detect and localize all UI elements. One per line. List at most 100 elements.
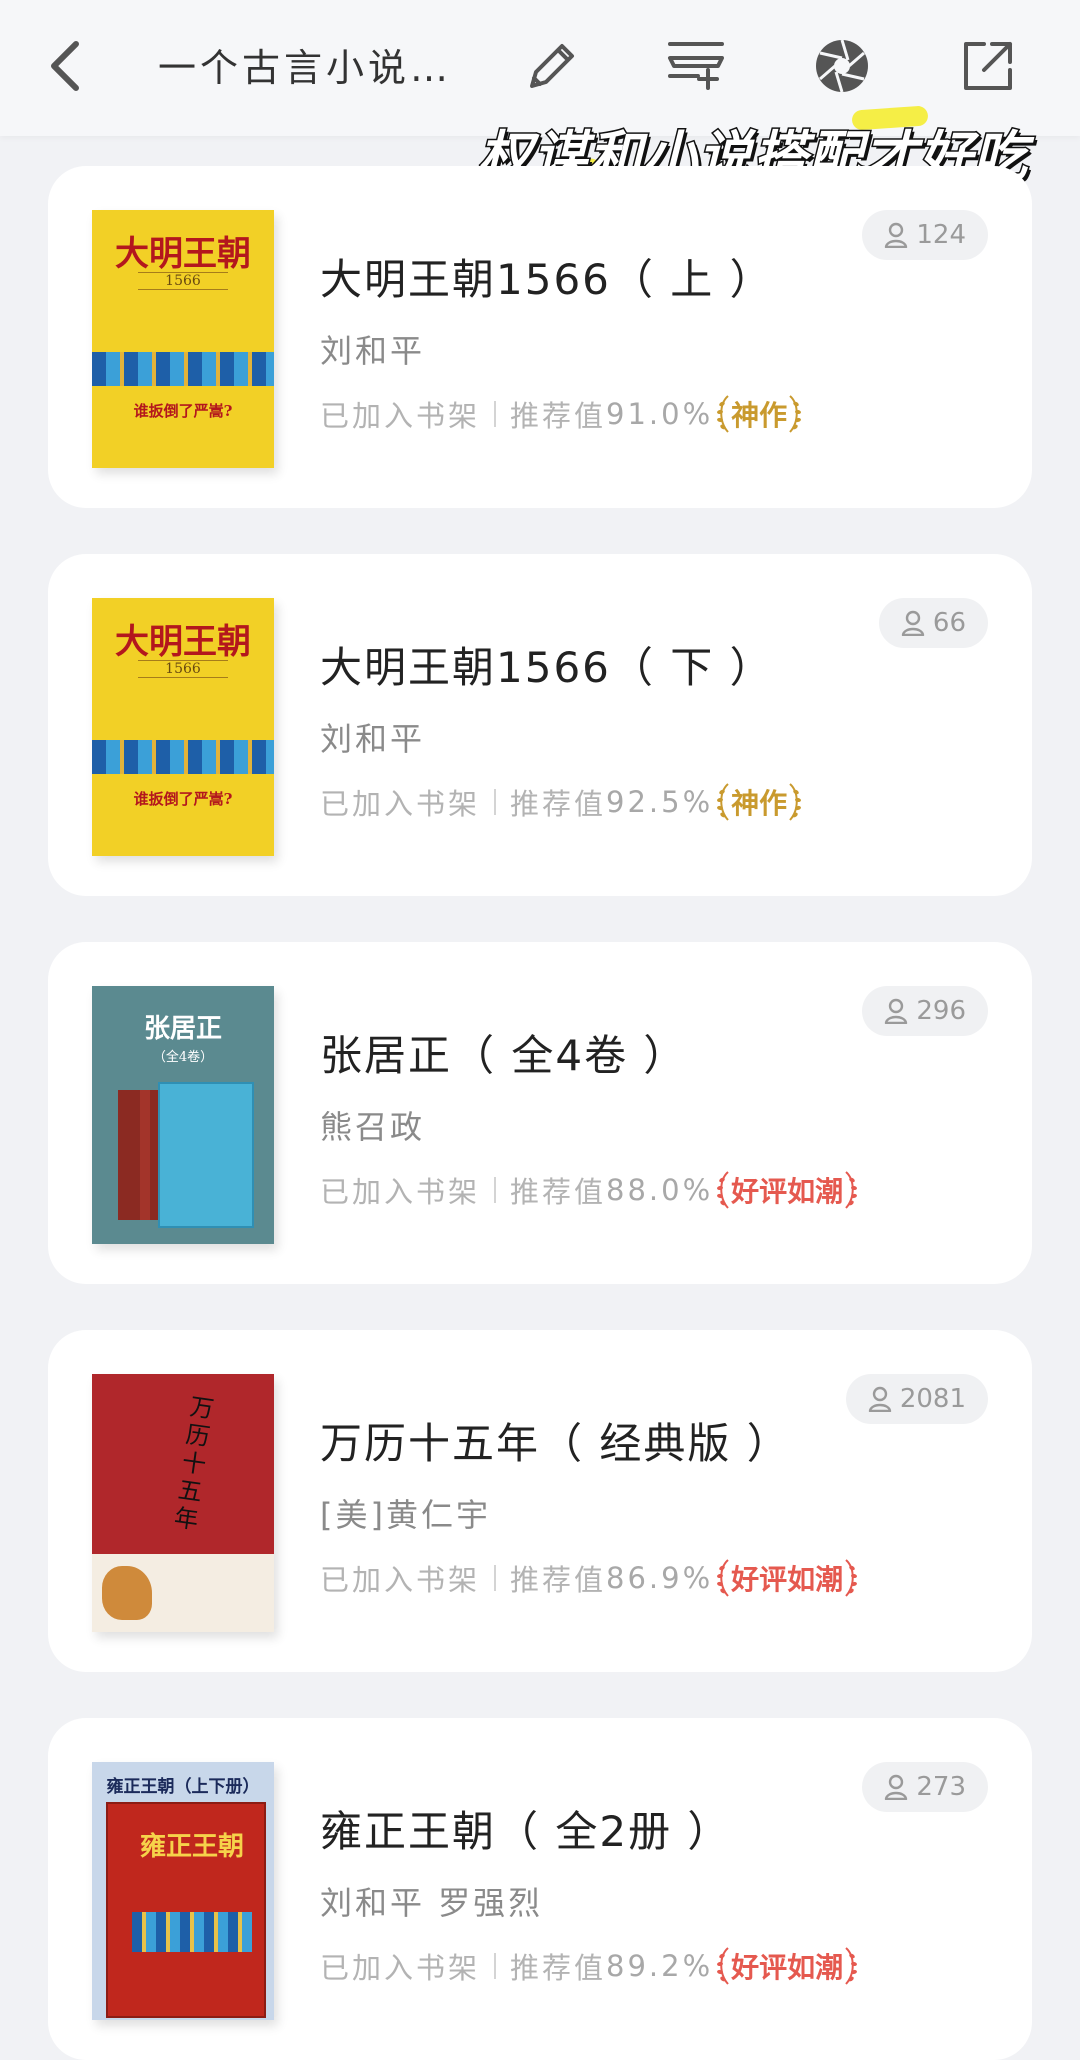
person-icon [885, 1774, 908, 1800]
cover-pattern [132, 1912, 252, 1952]
cover-tagline: 谁扳倒了严嵩? [133, 790, 233, 808]
laurel-left-icon [717, 1947, 729, 1985]
cover-subtitle: 1566 [138, 272, 228, 290]
readers-count[interactable]: 296 [862, 986, 988, 1036]
rating-badge: 神作 [715, 780, 803, 824]
book-author[interactable]: 刘和平 [320, 326, 425, 372]
cover-book-spines [118, 1090, 140, 1220]
book-card[interactable]: 雍正王朝（上下册） 雍正王朝 雍正王朝（ 全2册 ） 刘和平 罗强烈 已加入书架 … [48, 1718, 1032, 2060]
cover-title: 张居正 [143, 1014, 222, 1044]
book-author[interactable]: 刘和平 罗强烈 [320, 1878, 543, 1924]
book-meta: 已加入书架 推荐值 86.9% 好评如潮 [320, 1556, 859, 1600]
score-value: 92.5% [606, 785, 714, 819]
readers-number: 296 [916, 996, 966, 1026]
shelf-status: 已加入书架 [320, 1951, 481, 1985]
score-value: 89.2% [606, 1949, 714, 1983]
book-title[interactable]: 张居正（ 全4卷 ） [320, 1022, 687, 1083]
book-author[interactable]: 熊召政 [320, 1102, 425, 1148]
score-value: 88.0% [606, 1173, 714, 1207]
cover-book-front [158, 1082, 254, 1228]
score-value: 86.9% [606, 1561, 714, 1595]
person-icon [885, 222, 908, 248]
score-value: 91.0% [606, 397, 714, 431]
cover-subtitle: 1566 [138, 660, 228, 678]
cover-tagline: 谁扳倒了严嵩? [133, 402, 233, 420]
readers-count[interactable]: 2081 [845, 1374, 988, 1424]
divider [494, 1953, 497, 1979]
rating-badge-text: 神作 [731, 399, 788, 432]
book-title[interactable]: 万历十五年（ 经典版 ） [320, 1410, 791, 1471]
person-icon [901, 610, 925, 636]
laurel-left-icon [717, 783, 729, 821]
rating-badge-text: 神作 [731, 787, 788, 820]
add-list-icon[interactable] [664, 34, 728, 98]
book-card[interactable]: 大明王朝 1566 谁扳倒了严嵩? 大明王朝1566（ 下 ） 刘和平 已加入书架 … [48, 554, 1032, 896]
laurel-right-icon [845, 1947, 858, 1985]
cover-title: 雍正王朝（上下册） [106, 1777, 260, 1797]
edit-icon[interactable] [518, 34, 582, 98]
readers-count[interactable]: 124 [862, 210, 988, 260]
cover-wave-pattern [92, 352, 274, 386]
book-title[interactable]: 大明王朝1566（ 上 ） [320, 246, 774, 307]
share-icon[interactable] [956, 34, 1020, 98]
rating-badge: 好评如潮 [715, 1168, 859, 1212]
book-card[interactable]: 大明王朝 1566 谁扳倒了严嵩? 大明王朝1566（ 上 ） 刘和平 已加入书架 … [48, 166, 1032, 508]
readers-number: 273 [916, 1772, 966, 1802]
book-cover[interactable]: 万历十五年 [92, 1374, 274, 1632]
book-title[interactable]: 大明王朝1566（ 下 ） [320, 634, 774, 695]
aperture-icon[interactable] [810, 34, 874, 98]
book-card[interactable]: 万历十五年 万历十五年（ 经典版 ） [美]黄仁宇 已加入书架 推荐值 86.9… [48, 1330, 1032, 1672]
cover-title: 大明王朝 [115, 234, 251, 274]
cover-inner-title: 雍正王朝 [139, 1832, 244, 1862]
rating-badge-text: 好评如潮 [731, 1175, 844, 1208]
readers-number: 66 [932, 608, 966, 638]
book-meta: 已加入书架 推荐值 92.5% 神作 [320, 780, 803, 824]
readers-count[interactable]: 273 [862, 1762, 988, 1812]
book-card[interactable]: 张居正 （全4卷） 张居正（ 全4卷 ） 熊召政 已加入书架 推荐值 88.0% … [48, 942, 1032, 1284]
readers-number: 2081 [899, 1384, 966, 1414]
cover-subtitle: （全4卷） [152, 1050, 214, 1065]
book-meta: 已加入书架 推荐值 91.0% 神作 [320, 392, 803, 436]
shelf-status: 已加入书架 [320, 399, 481, 433]
book-author[interactable]: 刘和平 [320, 714, 425, 760]
book-author[interactable]: [美]黄仁宇 [320, 1490, 491, 1536]
score-label: 推荐值 [510, 1175, 607, 1209]
laurel-right-icon [789, 395, 802, 433]
shelf-status: 已加入书架 [320, 1563, 481, 1597]
rating-badge: 神作 [715, 392, 803, 436]
laurel-right-icon [845, 1171, 858, 1209]
divider [494, 1565, 497, 1591]
person-icon [885, 998, 908, 1024]
book-cover[interactable]: 雍正王朝（上下册） 雍正王朝 [92, 1762, 274, 2020]
score-label: 推荐值 [510, 399, 607, 433]
rating-badge: 好评如潮 [715, 1944, 859, 1988]
laurel-left-icon [717, 1559, 729, 1597]
readers-count[interactable]: 66 [878, 598, 988, 648]
book-meta: 已加入书架 推荐值 89.2% 好评如潮 [320, 1944, 859, 1988]
cover-wave-pattern [92, 740, 274, 774]
cover-title: 大明王朝 [115, 622, 251, 662]
shelf-status: 已加入书架 [320, 1175, 481, 1209]
laurel-left-icon [717, 1171, 729, 1209]
divider [494, 789, 497, 815]
divider [494, 401, 497, 427]
score-label: 推荐值 [510, 787, 607, 821]
rating-badge-text: 好评如潮 [731, 1563, 844, 1596]
book-cover[interactable]: 张居正 （全4卷） [92, 986, 274, 1244]
book-cover[interactable]: 大明王朝 1566 谁扳倒了严嵩? [92, 598, 274, 856]
laurel-right-icon [845, 1559, 858, 1597]
person-icon [868, 1386, 892, 1412]
score-label: 推荐值 [510, 1951, 607, 1985]
rating-badge-text: 好评如潮 [731, 1951, 844, 1984]
laurel-right-icon [789, 783, 802, 821]
readers-number: 124 [916, 220, 966, 250]
shelf-status: 已加入书架 [320, 787, 481, 821]
back-icon[interactable] [34, 34, 98, 98]
divider [494, 1177, 497, 1203]
page-title: 一个古言小说… [158, 46, 448, 90]
laurel-left-icon [717, 395, 729, 433]
book-cover[interactable]: 大明王朝 1566 谁扳倒了严嵩? [92, 210, 274, 468]
book-meta: 已加入书架 推荐值 88.0% 好评如潮 [320, 1168, 859, 1212]
book-title[interactable]: 雍正王朝（ 全2册 ） [320, 1798, 731, 1859]
rating-badge: 好评如潮 [715, 1556, 859, 1600]
